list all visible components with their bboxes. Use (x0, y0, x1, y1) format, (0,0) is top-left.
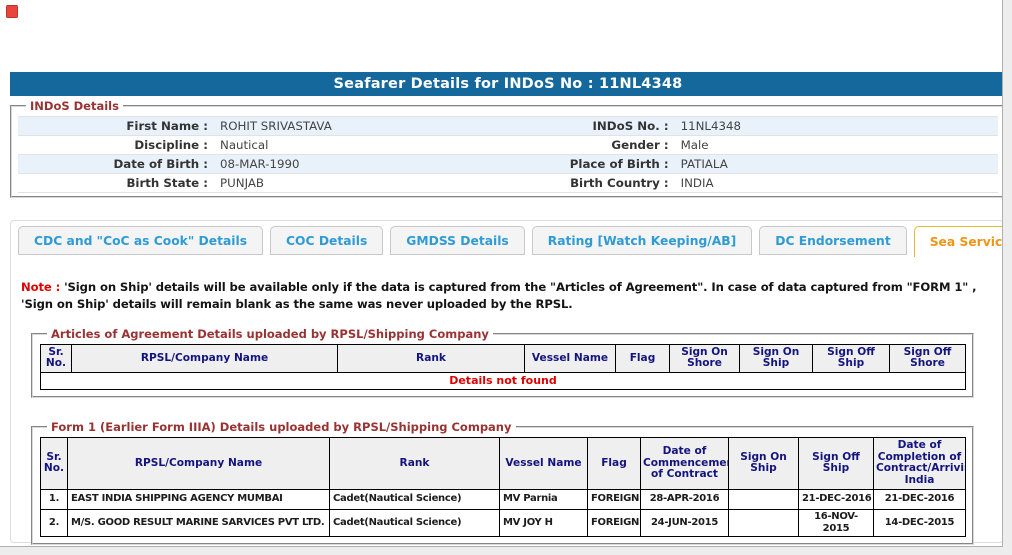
field-label: First Name : (18, 116, 214, 136)
column-header-date-of-completion-of-contract-arriving-india: Date of Completion of Contract/Arriving … (873, 436, 966, 490)
table-cell: 24-JUN-2015 (640, 508, 729, 537)
tab-panel: CDC and "CoC as Cook" Details COC Details… (10, 220, 1002, 545)
table-cell: 21-DEC-2016 (873, 488, 966, 510)
column-header-date-of-commencement-of-contract: Date of Commencement of Contract (640, 436, 729, 490)
table-cell: 1. (40, 488, 68, 510)
column-header-flag: Flag (615, 343, 670, 373)
browser-page: Seafarer Details for INDoS No : 11NL4348… (0, 0, 1003, 547)
column-header-rank: Rank (337, 343, 525, 373)
tab-strip: CDC and "CoC as Cook" Details COC Details… (18, 226, 1002, 257)
field-value: INDIA (674, 173, 998, 193)
field-label: Place of Birth : (508, 154, 675, 174)
tab-sea-service-details[interactable]: Sea Service Details (913, 226, 1002, 257)
table-cell: Cadet(Nautical Science) (329, 488, 500, 510)
note-label: Note : (21, 280, 61, 294)
empty-row: Details not found (40, 371, 966, 390)
table-cell: MV Parnia (499, 488, 588, 510)
field-value: Nautical (214, 135, 508, 155)
column-header-rank: Rank (329, 436, 500, 490)
field-value: ROHIT SRIVASTAVA (214, 116, 508, 136)
table-cell: 21-DEC-2016 (798, 488, 874, 510)
articles-of-agreement-legend: Articles of Agreement Details uploaded b… (51, 326, 489, 341)
table-cell: Cadet(Nautical Science) (329, 508, 500, 537)
field-value: 11NL4348 (674, 116, 998, 136)
form1-fieldset: Form 1 (Earlier Form IIIA) Details uploa… (31, 419, 974, 545)
field-label: Birth Country : (508, 173, 675, 193)
empty-message: Details not found (40, 371, 966, 390)
column-header-rpsl-company-name: RPSL/Company Name (67, 436, 330, 490)
table-cell: 14-DEC-2015 (873, 508, 966, 537)
indos-details-legend: INDoS Details (30, 99, 119, 113)
table-cell: 16-NOV- 2015 (798, 508, 874, 537)
column-header-sign-on-ship: Sign On Ship (728, 436, 799, 490)
tab-rating-watch-keeping-ab[interactable]: Rating [Watch Keeping/AB] (531, 226, 753, 255)
field-label: Birth State : (18, 173, 214, 193)
column-header-rpsl-company-name: RPSL/Company Name (71, 343, 338, 373)
field-label: Gender : (508, 135, 675, 155)
tab-coc-details[interactable]: COC Details (270, 226, 384, 255)
field-value: Male (674, 135, 998, 155)
indos-details-fieldset: INDoS Details First Name : ROHIT SRIVASTA… (10, 99, 1002, 198)
field-label: INDoS No. : (508, 116, 675, 136)
table-cell (728, 508, 799, 537)
note-body: 'Sign on Ship' details will be available… (21, 280, 977, 312)
indos-row: Discipline : Nautical Gender : Male (18, 135, 998, 155)
field-value: PATIALA (674, 154, 998, 174)
table-cell: FOREIGN (587, 488, 641, 510)
indos-row: Birth State : PUNJAB Birth Country : INDIA (18, 173, 998, 193)
column-header-flag: Flag (587, 436, 641, 490)
column-header-vessel-name: Vessel Name (524, 343, 616, 373)
column-header-vessel-name: Vessel Name (499, 436, 588, 490)
articles-of-agreement-table: Sr. No. RPSL/Company Name Rank Vessel Name F… (40, 343, 966, 390)
form1-table: Sr. No. RPSL/Company Name Rank Vessel Name F… (40, 436, 966, 537)
page-title: Seafarer Details for INDoS No : 11NL4348 (10, 72, 1002, 96)
table-cell (728, 488, 799, 510)
tab-dc-endorsement[interactable]: DC Endorsement (759, 226, 907, 255)
field-label: Date of Birth : (18, 154, 214, 174)
column-header-sign-on-shore: Sign On Shore (669, 343, 740, 373)
column-header-sign-on-ship: Sign On Ship (739, 343, 813, 373)
table-row: 1. EAST INDIA SHIPPING AGENCY MUMBAI Cadet… (40, 488, 966, 510)
table-cell: FOREIGN (587, 508, 641, 537)
header-row: Sr. No. RPSL/Company Name Rank Vessel Name F… (40, 343, 966, 373)
tab-cdc-and-coc-as-cook-details[interactable]: CDC and "CoC as Cook" Details (18, 226, 264, 255)
column-header-sr-no: Sr. No. (40, 343, 72, 373)
table-row: 2. M/S. GOOD RESULT MARINE SARVICES PVT L… (40, 508, 966, 537)
header-row: Sr. No. RPSL/Company Name Rank Vessel Name F… (40, 436, 966, 490)
table-cell: 2. (40, 508, 68, 537)
table-cell: MV JOY H (499, 508, 588, 537)
note-text: Note : 'Sign on Ship' details will be av… (21, 279, 991, 314)
table-cell: EAST INDIA SHIPPING AGENCY MUMBAI (67, 488, 330, 510)
column-header-sr-no: Sr. No. (40, 436, 68, 490)
articles-of-agreement-fieldset: Articles of Agreement Details uploaded b… (31, 326, 974, 398)
table-cell: 28-APR-2016 (640, 488, 729, 510)
form1-legend: Form 1 (Earlier Form IIIA) Details uploa… (51, 419, 512, 434)
column-header-sign-off-ship: Sign Off Ship (812, 343, 890, 373)
column-header-sign-off-ship: Sign Off Ship (798, 436, 874, 490)
tab-gmdss-details[interactable]: GMDSS Details (390, 226, 525, 255)
column-header-sign-off-shore: Sign Off Shore (889, 343, 966, 373)
indos-row: Date of Birth :08-MAR-1990 Place of Birth… (18, 154, 998, 174)
field-value: PUNJAB (214, 173, 508, 193)
field-value: 08-MAR-1990 (214, 154, 508, 174)
field-label: Discipline : (18, 135, 214, 155)
broken-image-icon (6, 5, 18, 18)
table-cell: M/S. GOOD RESULT MARINE SARVICES PVT LTD… (67, 508, 330, 537)
indos-details-table: First Name : ROHIT SRIVASTAVA INDoS No. :1… (18, 116, 998, 193)
indos-row: First Name : ROHIT SRIVASTAVA INDoS No. :1… (18, 116, 998, 136)
